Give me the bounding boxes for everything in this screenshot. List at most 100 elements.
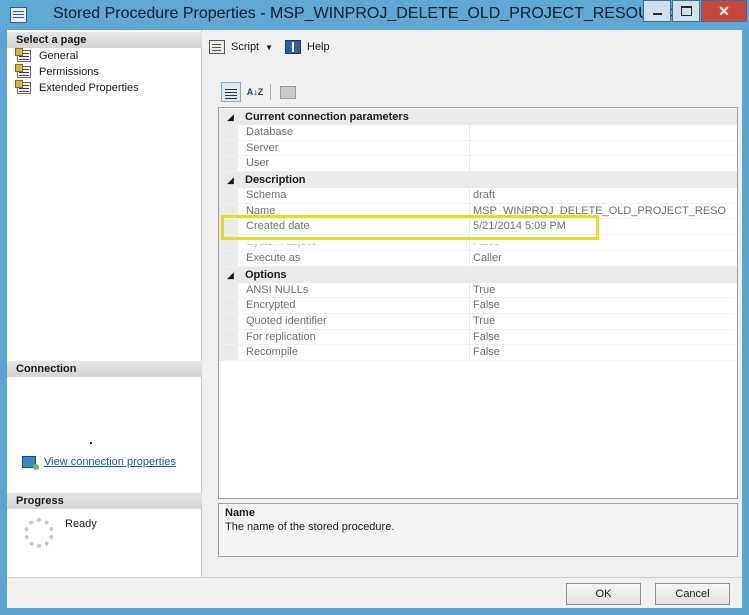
property-row[interactable]: Database <box>219 125 737 141</box>
property-value: draft <box>473 189 496 202</box>
close-button[interactable]: ✕ <box>701 0 747 22</box>
collapse-toggle-icon[interactable]: ◢ <box>227 267 234 283</box>
row-margin <box>219 125 238 140</box>
property-row[interactable]: System object False <box>219 235 737 251</box>
column-separator <box>469 282 470 298</box>
toolbar-separator <box>270 84 271 100</box>
category-row[interactable]: ◢ Current connection parameters <box>219 109 737 125</box>
row-margin <box>219 188 238 203</box>
category-label: Options <box>245 268 287 281</box>
alphabetical-sort-button[interactable]: A↓Z <box>245 82 265 102</box>
categorized-view-button[interactable] <box>221 82 241 102</box>
script-icon <box>209 40 225 54</box>
minimize-button[interactable] <box>643 0 671 22</box>
page-item-label: Extended Properties <box>39 82 139 94</box>
category-row[interactable]: ◢ Description <box>219 172 737 189</box>
view-connection-properties-link[interactable]: View connection properties <box>22 456 176 471</box>
property-name: Created date <box>246 220 310 233</box>
property-row[interactable]: Schema draft <box>219 188 737 204</box>
row-margin <box>219 282 238 298</box>
connection-header: Connection <box>7 361 202 377</box>
property-row[interactable]: ANSI NULLs True <box>219 282 737 299</box>
left-panel: Select a page General Permissions Extend… <box>7 30 202 577</box>
column-separator <box>469 188 470 203</box>
column-separator <box>469 156 470 172</box>
property-row[interactable]: For replication False <box>219 329 737 346</box>
button-bar: OK Cancel <box>7 577 742 608</box>
window-title: Stored Procedure Properties - MSP_WINPRO… <box>53 5 695 22</box>
property-value: True <box>473 314 496 327</box>
description-title: Name <box>225 507 255 519</box>
dropdown-arrow-icon[interactable]: ▼ <box>265 43 273 52</box>
connection-properties-icon <box>22 456 39 471</box>
row-margin <box>219 298 238 313</box>
page-list: General Permissions Extended Properties <box>15 48 139 96</box>
help-button[interactable]: Help <box>285 40 330 54</box>
collapse-toggle-icon[interactable]: ◢ <box>227 109 234 125</box>
property-pages-button[interactable] <box>278 82 298 102</box>
column-separator <box>469 298 470 313</box>
property-row[interactable]: Encrypted False <box>219 298 737 314</box>
property-grid-rows: ◢ Current connection parameters Database Se… <box>219 109 737 361</box>
column-separator <box>469 329 470 345</box>
property-name: Name <box>246 204 276 217</box>
property-value: False <box>473 330 500 343</box>
title-bar[interactable]: Stored Procedure Properties - MSP_WINPRO… <box>0 0 749 30</box>
property-value: 5/21/2014 5:09 PM <box>473 220 566 233</box>
cancel-button[interactable]: Cancel <box>655 583 730 605</box>
property-grid-toolbar: A↓Z <box>218 80 742 106</box>
page-icon <box>15 64 31 78</box>
category-row[interactable]: ◢ Options <box>219 266 737 283</box>
description-panel: Name The name of the stored procedure. <box>218 503 738 557</box>
help-icon <box>285 40 301 54</box>
property-value: MSP_WINPROJ_DELETE_OLD_PROJECT_RESO <box>473 204 727 217</box>
row-margin <box>219 140 238 156</box>
description-text: The name of the stored procedure. <box>225 521 395 533</box>
property-name: Server <box>246 141 279 154</box>
property-name: Execute as <box>246 251 301 264</box>
sort-az-icon: A↓Z <box>246 87 264 97</box>
progress-spinner-icon <box>24 518 54 548</box>
property-row[interactable]: Name MSP_WINPROJ_DELETE_OLD_PROJECT_RESO <box>219 203 737 220</box>
property-row[interactable]: User <box>219 156 737 173</box>
column-separator <box>469 125 470 140</box>
page-item-label: Permissions <box>39 66 99 78</box>
page-item-permissions[interactable]: Permissions <box>15 64 139 80</box>
row-margin <box>219 313 238 329</box>
page-item-label: General <box>39 50 79 62</box>
page-item-extended-properties[interactable]: Extended Properties <box>15 80 139 96</box>
row-margin <box>219 156 238 172</box>
row-margin <box>219 219 238 235</box>
row-margin <box>219 345 238 360</box>
decorative-dot <box>90 442 92 444</box>
property-value: True <box>473 283 496 296</box>
property-value: False <box>473 346 500 359</box>
ok-button[interactable]: OK <box>566 583 641 605</box>
collapse-toggle-icon[interactable]: ◢ <box>227 172 234 188</box>
maximize-button[interactable] <box>672 0 700 22</box>
script-label: Script <box>231 41 260 53</box>
property-value: False <box>473 236 500 249</box>
property-name: Database <box>246 126 294 138</box>
property-grid: ◢ Current connection parameters Database Se… <box>218 107 738 499</box>
property-row[interactable]: Server <box>219 140 737 157</box>
progress-status: Ready <box>65 518 97 530</box>
property-value: False <box>473 299 500 312</box>
page-item-general[interactable]: General <box>15 48 139 64</box>
property-row[interactable]: Execute as Caller <box>219 250 737 267</box>
help-label: Help <box>307 41 330 53</box>
property-row[interactable]: Recompile False <box>219 345 737 361</box>
property-row[interactable]: Created date 5/21/2014 5:09 PM <box>219 219 737 236</box>
page-icon <box>15 48 31 62</box>
property-name: System object <box>246 236 316 249</box>
connection-link-label: View connection properties <box>44 456 176 468</box>
property-name: Encrypted <box>246 299 296 312</box>
select-page-header: Select a page <box>7 32 202 48</box>
column-separator <box>469 203 470 219</box>
property-name: For replication <box>246 330 316 343</box>
category-label: Description <box>245 174 306 187</box>
window-icon <box>10 7 27 23</box>
script-button[interactable]: Script ▼ <box>209 40 273 54</box>
property-value: Caller <box>473 251 502 264</box>
property-row[interactable]: Quoted identifier True <box>219 313 737 330</box>
